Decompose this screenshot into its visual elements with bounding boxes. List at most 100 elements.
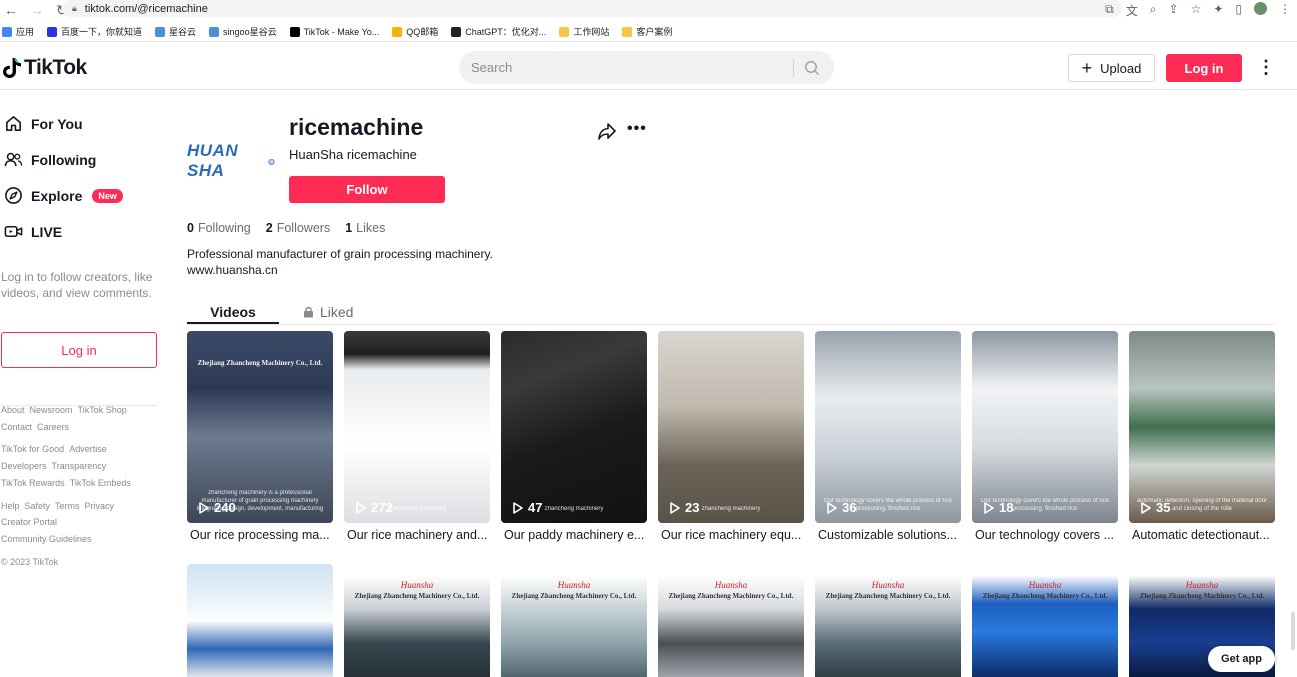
video-thumbnail[interactable]: automatic detection, opening of the mate…	[1129, 331, 1275, 523]
search-bar[interactable]	[459, 51, 834, 84]
video-thumbnail[interactable]: Huansha Zhejiang Zhancheng Machinery Co.,…	[815, 564, 961, 677]
footer-link[interactable]: TikTok Shop	[78, 405, 127, 415]
footer-row: Community Guidelines	[1, 534, 92, 544]
view-count: 36	[827, 500, 856, 515]
video-thumbnail[interactable]: Huansha Zhejiang Zhancheng Machinery Co.,…	[658, 564, 804, 677]
footer-link[interactable]: Transparency	[52, 461, 107, 471]
bio-link[interactable]: www.huansha.cn	[187, 262, 493, 278]
footer-link[interactable]: Terms	[55, 501, 80, 511]
forward-icon[interactable]: →	[30, 2, 44, 18]
video-thumbnail[interactable]: Huansha Zhejiang Zhancheng Machinery Co.,…	[972, 564, 1118, 677]
address-bar[interactable]: 🔒︎ tiktok.com/@ricemachine	[62, 0, 1122, 17]
side-panel-icon[interactable]: ▯	[1235, 2, 1242, 19]
sidebar-item-following[interactable]: Following	[4, 150, 96, 169]
more-vertical-icon[interactable]: ⋮	[1257, 58, 1275, 76]
sidebar: For You Following Explore New LIVE Log i…	[0, 90, 170, 677]
footer-link[interactable]: TikTok Rewards	[1, 478, 65, 488]
tab-videos[interactable]: Videos	[187, 300, 279, 324]
view-count-number: 240	[214, 500, 236, 515]
footer-link[interactable]: Help	[1, 501, 20, 511]
bookmark-item[interactable]: 工作网站	[559, 25, 609, 38]
upload-label: Upload	[1100, 60, 1142, 76]
video-title[interactable]: Our rice machinery and...	[347, 528, 493, 542]
footer-link[interactable]: Careers	[37, 422, 69, 432]
share-page-icon[interactable]: ⇪	[1169, 2, 1179, 19]
bookmark-favicon-icon	[451, 26, 462, 37]
bookmark-item[interactable]: 客户案例	[622, 25, 672, 38]
video-title[interactable]: Customizable solutions...	[818, 528, 964, 542]
stat-followers: 2 Followers	[266, 221, 330, 235]
translate-icon[interactable]: 文	[1126, 2, 1138, 19]
bookmark-label: 星谷云	[169, 27, 197, 37]
video-title[interactable]: Our technology covers ...	[975, 528, 1121, 542]
video-title[interactable]: Our rice processing ma...	[190, 528, 336, 542]
video-thumbnail[interactable]: Our technology covers the whole process …	[972, 331, 1118, 523]
video-thumbnail[interactable]: zhancheng machinery 23	[658, 331, 804, 523]
sidebar-login-button[interactable]: Log in	[1, 332, 157, 368]
footer-link[interactable]: Developers	[1, 461, 47, 471]
thumbnail-brand-text: Huansha	[1028, 580, 1062, 590]
lock-icon	[304, 306, 313, 318]
sidebar-item-for-you[interactable]: For You	[4, 114, 83, 133]
browser-menu-icon[interactable]: ⋮	[1279, 2, 1291, 19]
header-login-button[interactable]: Log in	[1166, 54, 1242, 82]
zoom-icon[interactable]: ⌕	[1150, 2, 1157, 19]
footer-link[interactable]: TikTok Embeds	[70, 478, 131, 488]
profile-avatar-icon[interactable]	[1254, 2, 1267, 15]
video-thumbnail[interactable]: zhancheng machinery 47	[501, 331, 647, 523]
extensions-icon[interactable]: ✦	[1213, 2, 1223, 19]
bookmark-label: QQ邮箱	[406, 27, 439, 37]
play-icon	[1141, 501, 1151, 514]
video-thumbnail[interactable]: Zhejiang Zhancheng Machinery Co., Ltd. zh…	[187, 331, 333, 523]
video-thumbnail[interactable]: Huansha Zhejiang Zhancheng Machinery Co.,…	[501, 564, 647, 677]
follow-button[interactable]: Follow	[289, 176, 445, 203]
open-external-icon[interactable]: ⧉	[1105, 2, 1114, 19]
page-scrollbar[interactable]	[1291, 612, 1295, 650]
footer-link[interactable]: Advertise	[69, 444, 107, 454]
video-title[interactable]: Automatic detectionaut...	[1132, 528, 1278, 542]
bookmark-item[interactable]: 星谷云	[155, 25, 196, 38]
video-title[interactable]: Our paddy machinery e...	[504, 528, 650, 542]
footer-row: TikTok Rewards TikTok Embeds	[1, 478, 131, 488]
footer-link[interactable]: Safety	[25, 501, 51, 511]
bookmark-item[interactable]: QQ邮箱	[392, 25, 438, 38]
footer-link[interactable]: Community Guidelines	[1, 534, 92, 544]
video-thumbnail[interactable]: zhancheng machinery 272	[344, 331, 490, 523]
bookmark-label: 百度一下，你就知道	[61, 27, 143, 37]
get-app-button[interactable]: Get app	[1208, 646, 1275, 672]
footer-link[interactable]: TikTok for Good	[1, 444, 64, 454]
bookmark-star-icon[interactable]: ☆	[1191, 2, 1202, 19]
search-icon[interactable]	[804, 60, 820, 76]
lock-icon: 🔒︎	[72, 3, 77, 13]
bookmark-item[interactable]: 百度一下，你就知道	[47, 25, 142, 38]
bookmark-item[interactable]: 应用	[2, 25, 34, 38]
footer-link[interactable]: About	[1, 405, 25, 415]
upload-button[interactable]: + Upload	[1068, 54, 1155, 82]
video-title[interactable]: Our rice machinery equ...	[661, 528, 807, 542]
bookmark-label: TikTok - Make Yo...	[303, 26, 380, 37]
video-thumbnail[interactable]	[187, 564, 333, 677]
back-icon[interactable]: ←	[4, 2, 18, 18]
tiktok-logo[interactable]: TikTok	[2, 56, 87, 80]
sidebar-item-live[interactable]: LIVE	[4, 222, 62, 241]
tab-liked[interactable]: Liked	[303, 300, 353, 324]
share-icon[interactable]	[597, 121, 617, 141]
footer-row: © 2023 TikTok	[1, 557, 58, 567]
bookmark-item[interactable]: TikTok - Make Yo...	[289, 26, 380, 37]
footer-link[interactable]: Creator Portal	[1, 517, 57, 527]
bookmark-item[interactable]: singoo星谷云	[209, 25, 277, 38]
avatar-logo-text: HUAN SHA	[187, 141, 239, 180]
footer-link[interactable]: Newsroom	[30, 405, 73, 415]
video-thumbnail[interactable]: Our technology covers the whole process …	[815, 331, 961, 523]
logo-text: TikTok	[24, 56, 87, 79]
sidebar-item-label: For You	[31, 115, 83, 132]
footer-link[interactable]: Privacy	[85, 501, 115, 511]
footer-link[interactable]: Contact	[1, 422, 32, 432]
search-divider	[793, 58, 794, 77]
compass-icon	[5, 187, 22, 204]
sidebar-item-explore[interactable]: Explore New	[4, 186, 123, 205]
profile-more-icon[interactable]: •••	[627, 120, 647, 138]
search-input[interactable]	[471, 60, 781, 75]
video-thumbnail[interactable]: Huansha Zhejiang Zhancheng Machinery Co.,…	[344, 564, 490, 677]
bookmark-item[interactable]: ChatGPT：优化对...	[451, 25, 546, 38]
